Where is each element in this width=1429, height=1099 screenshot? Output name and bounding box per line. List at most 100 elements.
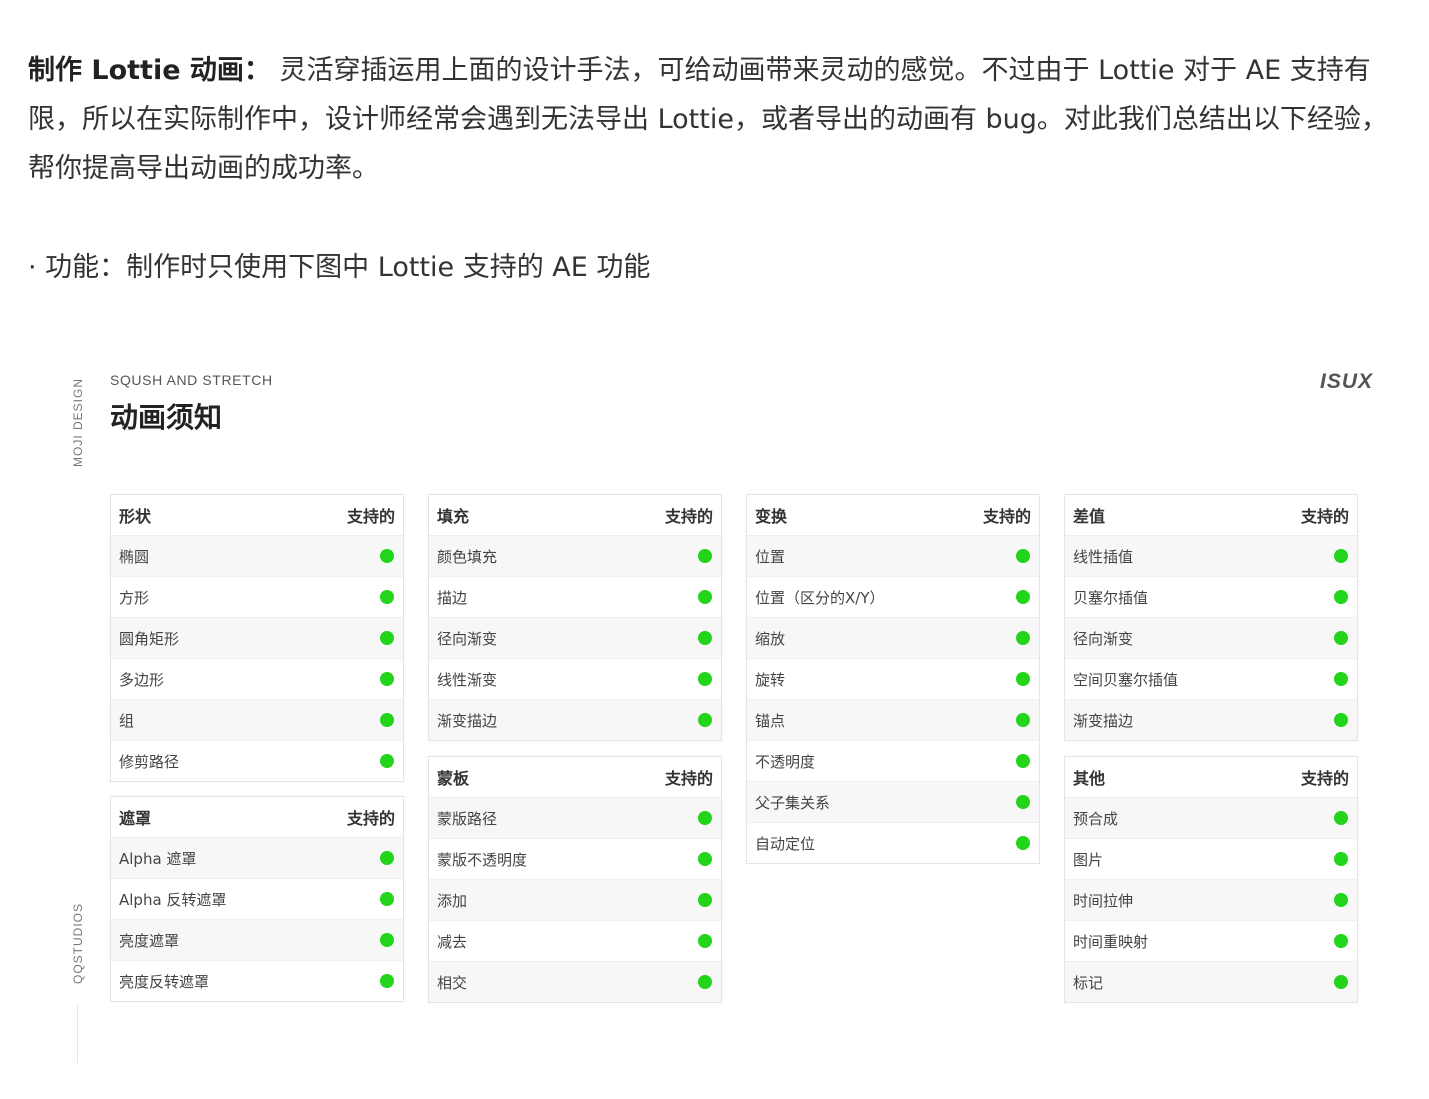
supported-dot-icon [1334, 549, 1348, 563]
supported-dot-icon [380, 549, 394, 563]
feature-row: 组 [111, 700, 403, 741]
supported-dot-icon [380, 892, 394, 906]
supported-dot-icon [1016, 713, 1030, 727]
supported-dot-icon [380, 713, 394, 727]
feature-label: 椭圆 [119, 547, 150, 566]
intro-paragraph: 制作 Lottie 动画： 灵活穿插运用上面的设计手法，可给动画带来灵动的感觉。… [28, 46, 1408, 193]
feature-row: Alpha 遮罩 [111, 838, 403, 879]
panel-title: 差值 [1073, 507, 1106, 526]
feature-row: 渐变描边 [1065, 700, 1357, 740]
panel-rows: 颜色填充 描边 径向渐变 线性渐变 渐变描边 [429, 536, 721, 740]
side-label-bottom: QQSTUDIOS [71, 902, 85, 984]
feature-row: 描边 [429, 577, 721, 618]
feature-label: 径向渐变 [437, 629, 498, 648]
feature-label: 旋转 [755, 670, 786, 689]
panel-rows: 线性插值贝塞尔插值径向渐变空间贝塞尔插值 渐变描边 [1065, 536, 1357, 740]
feature-row: 蒙版路径 [429, 798, 721, 839]
panel-header: 变换 支持的 [747, 495, 1039, 536]
feature-label: Alpha 遮罩 [119, 849, 197, 868]
feature-row: 椭圆 [111, 536, 403, 577]
supported-dot-icon [1334, 934, 1348, 948]
feature-label: 贝塞尔插值 [1073, 588, 1149, 607]
feature-row: Alpha 反转遮罩 [111, 879, 403, 920]
feature-row: 径向渐变 [1065, 618, 1357, 659]
feature-row: 减去 [429, 921, 721, 962]
feature-row: 线性插值 [1065, 536, 1357, 577]
supported-dot-icon [380, 631, 394, 645]
feature-label: 亮度遮罩 [119, 931, 180, 950]
feature-row: 线性渐变 [429, 659, 721, 700]
supported-dot-icon [1334, 893, 1348, 907]
panel-column-header: 支持的 [346, 507, 395, 526]
supported-dot-icon [1334, 852, 1348, 866]
panel-title: 遮罩 [119, 809, 152, 828]
feature-row: 时间重映射 [1065, 921, 1357, 962]
feature-row: 旋转 [747, 659, 1039, 700]
supported-dot-icon [698, 590, 712, 604]
feature-row: 位置 [747, 536, 1039, 577]
feature-row: 径向渐变 [429, 618, 721, 659]
feature-label: 径向渐变 [1073, 629, 1134, 648]
supported-dot-icon [380, 754, 394, 768]
feature-row: 位置（区分的X/Y） [747, 577, 1039, 618]
feature-row: 空间贝塞尔插值 [1065, 659, 1357, 700]
feature-row: 相交 [429, 962, 721, 1002]
panel-column-header: 支持的 [1300, 507, 1349, 526]
feature-label: 圆角矩形 [119, 629, 180, 648]
brand-logo: ISUX [1320, 370, 1374, 393]
supported-dot-icon [698, 934, 712, 948]
feature-label: 相交 [437, 973, 468, 992]
supported-dot-icon [380, 672, 394, 686]
feature-row: 时间拉伸 [1065, 880, 1357, 921]
feature-label: 线性插值 [1073, 547, 1134, 566]
feature-label: 不透明度 [755, 752, 816, 771]
supported-dot-icon [380, 851, 394, 865]
panel-header: 差值 支持的 [1065, 495, 1357, 536]
supported-dot-icon [698, 713, 712, 727]
supported-dot-icon [698, 631, 712, 645]
feature-row: 贝塞尔插值 [1065, 577, 1357, 618]
feature-row: 多边形 [111, 659, 403, 700]
supported-dot-icon [1016, 836, 1030, 850]
feature-label: 渐变描边 [437, 711, 498, 730]
feature-row: 蒙版不透明度 [429, 839, 721, 880]
panel-fill: 填充 支持的 颜色填充 描边 径向渐变 线性渐变 渐变描边 [428, 494, 722, 741]
panel-interpolation: 差值 支持的线性插值贝塞尔插值径向渐变空间贝塞尔插值 渐变描边 [1064, 494, 1358, 741]
feature-row: 亮度遮罩 [111, 920, 403, 961]
feature-label: 减去 [437, 932, 468, 951]
panel-column-header: 支持的 [982, 507, 1031, 526]
feature-label: 蒙版不透明度 [437, 850, 528, 869]
feature-label: 添加 [437, 891, 468, 910]
feature-label: 多边形 [119, 670, 165, 689]
panel-rows: 蒙版路径蒙版不透明度 添加减去相交 [429, 798, 721, 1002]
feature-row: 自动定位 [747, 823, 1039, 863]
panel-rows: Alpha 遮罩 Alpha 反转遮罩 亮度遮罩 亮度反转遮罩 [111, 838, 403, 1001]
panel-rows: 预合成 图片 时间拉伸 时间重映射 标记 [1065, 798, 1357, 1002]
feature-label: 时间重映射 [1073, 932, 1149, 951]
feature-row: 标记 [1065, 962, 1357, 1002]
feature-label: 锚点 [755, 711, 786, 730]
panel-title: 变换 [755, 507, 788, 526]
feature-label: 线性渐变 [437, 670, 498, 689]
panel-rows: 位置 位置（区分的X/Y） 缩放 旋转 锚点 不透明度 父子集关系 自动定位 [747, 536, 1039, 863]
supported-dot-icon [1016, 672, 1030, 686]
supported-dot-icon [1016, 549, 1030, 563]
supported-dot-icon [1016, 631, 1030, 645]
panel-title: 填充 [437, 507, 470, 526]
supported-dot-icon [698, 893, 712, 907]
feature-label: 蒙版路径 [437, 809, 498, 828]
feature-row: 修剪路径 [111, 741, 403, 781]
feature-label: 位置 [755, 547, 786, 566]
panel-header: 蒙板 支持的 [429, 757, 721, 798]
panel-shape: 形状 支持的 椭圆 方形 圆角矩形 多边形组修剪路径 [110, 494, 404, 782]
feature-row: 添加 [429, 880, 721, 921]
feature-row: 锚点 [747, 700, 1039, 741]
feature-row: 图片 [1065, 839, 1357, 880]
feature-bullet: · 功能：制作时只使用下图中 Lottie 支持的 AE 功能 [28, 252, 651, 283]
feature-row: 父子集关系 [747, 782, 1039, 823]
feature-row: 渐变描边 [429, 700, 721, 740]
panel-column-header: 支持的 [664, 507, 713, 526]
feature-label: 位置（区分的X/Y） [755, 588, 885, 607]
panel-header: 形状 支持的 [111, 495, 403, 536]
panel-rows: 椭圆 方形 圆角矩形 多边形组修剪路径 [111, 536, 403, 781]
